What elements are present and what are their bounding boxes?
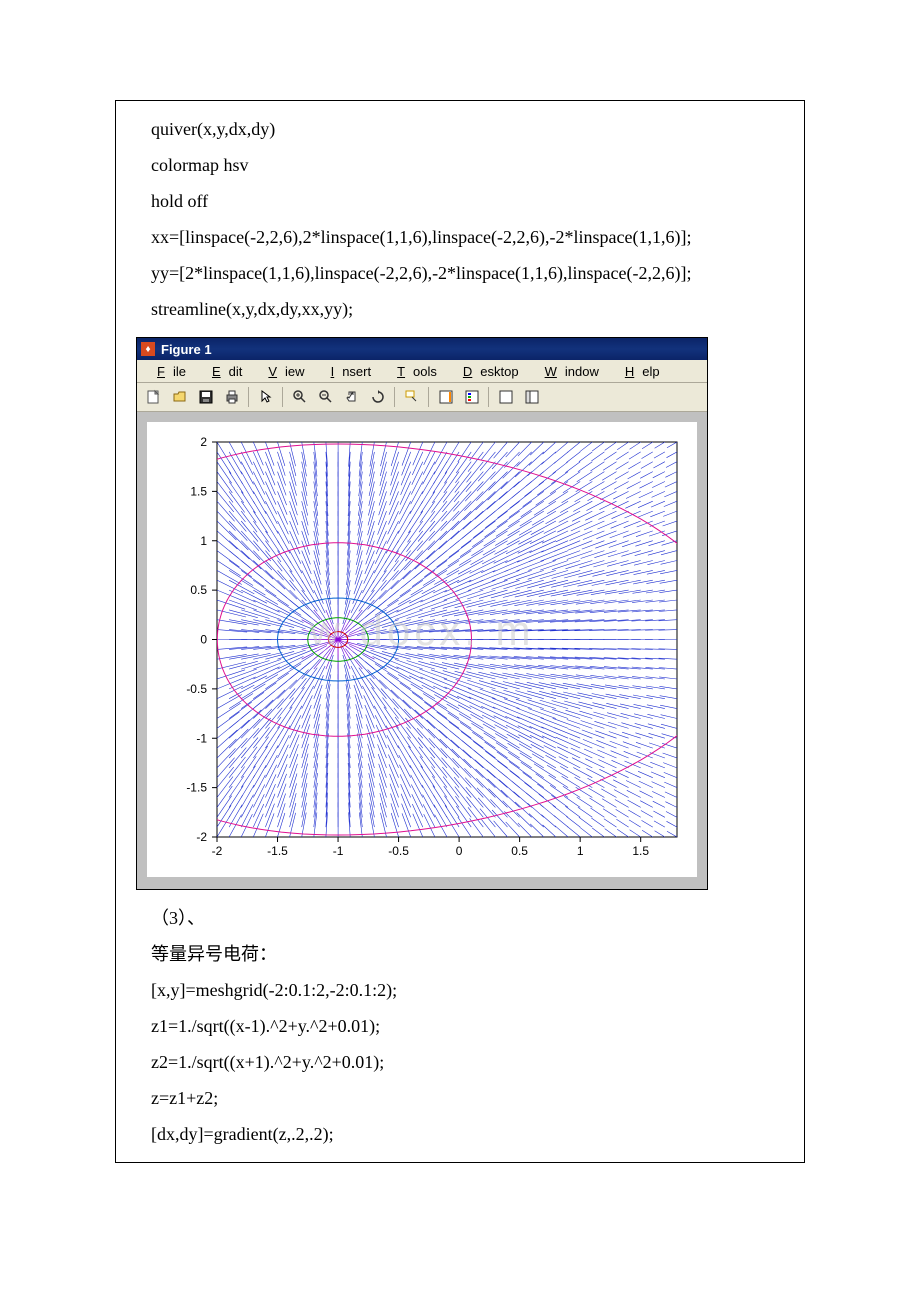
figure-toolbar bbox=[137, 383, 707, 412]
svg-text:0: 0 bbox=[456, 844, 463, 858]
menu-help[interactable]: Help bbox=[609, 362, 668, 381]
svg-text:-2: -2 bbox=[196, 830, 207, 844]
svg-text:-1: -1 bbox=[196, 731, 207, 745]
plot-area: w docx. m -2-1.5-1-0.500.511.5-2-1.5-1-0… bbox=[137, 412, 707, 889]
code-line: z1=1./sqrt((x-1).^2+y.^2+0.01); bbox=[151, 1008, 774, 1044]
datacursor-icon[interactable] bbox=[399, 385, 424, 409]
svg-text:1.5: 1.5 bbox=[190, 484, 207, 498]
hide-tools-icon[interactable] bbox=[493, 385, 518, 409]
pan-icon[interactable] bbox=[339, 385, 364, 409]
svg-text:0.5: 0.5 bbox=[190, 583, 207, 597]
save-icon[interactable] bbox=[193, 385, 218, 409]
toolbar-separator bbox=[428, 387, 429, 407]
svg-text:0.5: 0.5 bbox=[511, 844, 528, 858]
code-block-1: quiver(x,y,dx,dy) colormap hsv hold off … bbox=[116, 101, 804, 337]
code-line: quiver(x,y,dx,dy) bbox=[151, 111, 774, 147]
menu-desktop[interactable]: Desktop bbox=[447, 362, 527, 381]
print-icon[interactable] bbox=[219, 385, 244, 409]
svg-text:-1.5: -1.5 bbox=[186, 781, 207, 795]
svg-text:1: 1 bbox=[200, 534, 207, 548]
svg-text:-0.5: -0.5 bbox=[186, 682, 207, 696]
svg-text:-0.5: -0.5 bbox=[388, 844, 409, 858]
menu-file[interactable]: File bbox=[141, 362, 194, 381]
section-label: 等量异号电荷： bbox=[151, 936, 774, 972]
code-line: colormap hsv bbox=[151, 147, 774, 183]
pointer-icon[interactable] bbox=[253, 385, 278, 409]
code-line: hold off bbox=[151, 183, 774, 219]
colorbar-icon[interactable] bbox=[433, 385, 458, 409]
zoom-out-icon[interactable] bbox=[313, 385, 338, 409]
toolbar-separator bbox=[282, 387, 283, 407]
svg-text:2: 2 bbox=[200, 435, 207, 449]
code-line: z2=1./sqrt((x+1).^2+y.^2+0.01); bbox=[151, 1044, 774, 1080]
svg-text:-1: -1 bbox=[333, 844, 344, 858]
svg-text:1.5: 1.5 bbox=[632, 844, 649, 858]
svg-text:-2: -2 bbox=[212, 844, 223, 858]
code-line: [dx,dy]=gradient(z,.2,.2); bbox=[151, 1116, 774, 1152]
figure-titlebar[interactable]: ♦ Figure 1 bbox=[137, 338, 707, 360]
plot-canvas[interactable]: w docx. m -2-1.5-1-0.500.511.5-2-1.5-1-0… bbox=[147, 422, 697, 877]
menu-window[interactable]: Window bbox=[529, 362, 607, 381]
toolbar-separator bbox=[394, 387, 395, 407]
svg-text:0: 0 bbox=[200, 633, 207, 647]
figure-menubar: File Edit View Insert Tools Desktop Wind… bbox=[137, 360, 707, 383]
rotate-icon[interactable] bbox=[365, 385, 390, 409]
menu-edit[interactable]: Edit bbox=[196, 362, 250, 381]
figure-title: Figure 1 bbox=[161, 342, 212, 357]
matlab-icon: ♦ bbox=[141, 342, 155, 356]
section-number: （3）、 bbox=[151, 900, 774, 936]
svg-text:1: 1 bbox=[577, 844, 584, 858]
open-icon[interactable] bbox=[167, 385, 192, 409]
toolbar-separator bbox=[488, 387, 489, 407]
show-tools-icon[interactable] bbox=[519, 385, 544, 409]
legend-icon[interactable] bbox=[459, 385, 484, 409]
zoom-in-icon[interactable] bbox=[287, 385, 312, 409]
menu-view[interactable]: View bbox=[252, 362, 312, 381]
svg-text:-1.5: -1.5 bbox=[267, 844, 288, 858]
code-line: [x,y]=meshgrid(-2:0.1:2,-2:0.1:2); bbox=[151, 972, 774, 1008]
code-line: z=z1+z2; bbox=[151, 1080, 774, 1116]
code-line: streamline(x,y,dx,dy,xx,yy); bbox=[151, 291, 774, 327]
matlab-figure-window: ♦ Figure 1 File Edit View Insert Tools D… bbox=[136, 337, 708, 890]
document-page: quiver(x,y,dx,dy) colormap hsv hold off … bbox=[0, 0, 920, 1203]
code-block-2: （3）、 等量异号电荷： [x,y]=meshgrid(-2:0.1:2,-2:… bbox=[116, 890, 804, 1162]
menu-tools[interactable]: Tools bbox=[381, 362, 445, 381]
content-frame: quiver(x,y,dx,dy) colormap hsv hold off … bbox=[115, 100, 805, 1163]
plot-svg: -2 -1.5 -1 -0.5 0 0.5 1 1.5 -2 -1.5 -1 -0.5 0 0.5 1 1.5… bbox=[147, 422, 697, 877]
toolbar-separator bbox=[248, 387, 249, 407]
code-line: yy=[2*linspace(1,1,6),linspace(-2,2,6),-… bbox=[151, 255, 774, 291]
menu-insert[interactable]: Insert bbox=[315, 362, 380, 381]
code-line: xx=[linspace(-2,2,6),2*linspace(1,1,6),l… bbox=[151, 219, 774, 255]
new-figure-icon[interactable] bbox=[141, 385, 166, 409]
